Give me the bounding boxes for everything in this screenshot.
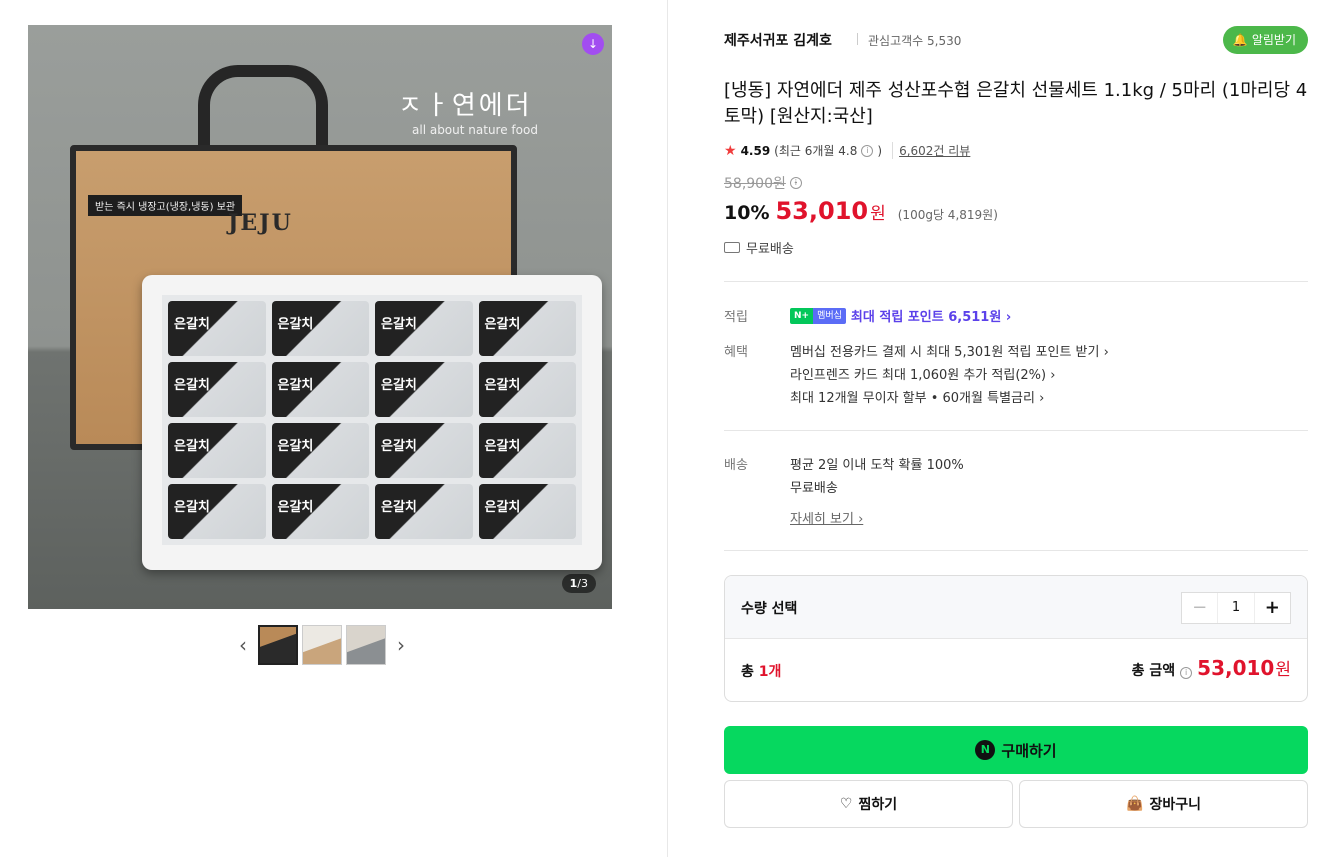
recent-rating: (최근 6개월 4.8 [774, 144, 858, 158]
star-icon: ★ [724, 142, 737, 159]
sale-price: 53,010 [775, 197, 869, 225]
original-price-row: 58,900원 i [724, 173, 802, 193]
npay-icon: N [975, 740, 996, 760]
download-icon[interactable]: ↓ [582, 33, 604, 55]
total-label: 총 금액 [1131, 663, 1176, 679]
fish-pack: 은갈치 [168, 301, 266, 356]
currency-unit: 원 [870, 204, 886, 224]
fish-pack: 은갈치 [478, 301, 576, 356]
quantity-box: 수량 선택 − 1 + 총 1개 총 금액 i 53,010 원 [724, 575, 1308, 702]
fish-pack: 은갈치 [168, 484, 266, 539]
truck-icon [724, 242, 740, 253]
discount-rate: 10% [724, 202, 770, 224]
fish-pack: 은갈치 [271, 484, 369, 539]
buy-button[interactable]: N 구매하기 [724, 726, 1308, 774]
quantity-header: 수량 선택 − 1 + [725, 576, 1307, 639]
brand-subtitle: all about nature food [412, 123, 538, 137]
divider [724, 430, 1308, 431]
points-label: 적립 [724, 310, 748, 325]
thumbnail-1[interactable] [258, 625, 298, 665]
cart-label: 장바구니 [1149, 797, 1201, 813]
total-count: 총 1개 [741, 664, 782, 680]
original-price: 58,900원 [724, 176, 786, 192]
benefits-list: 멤버십 전용카드 결제 시 최대 5,301원 적립 포인트 받기 › 라인프렌… [790, 341, 1109, 410]
info-icon[interactable]: i [1180, 667, 1193, 679]
fish-pack: 은갈치 [168, 423, 266, 478]
fish-pack: 은갈치 [478, 423, 576, 478]
fish-pack: 은갈치 [375, 362, 473, 417]
fish-pack: 은갈치 [271, 301, 369, 356]
product-title: [냉동] 자연에더 제주 성산포수협 은갈치 선물세트 1.1kg / 5마리 … [724, 80, 1308, 127]
delivery-label: 배송 [724, 458, 748, 473]
fish-pack: 은갈치 [478, 484, 576, 539]
quantity-title: 수량 선택 [741, 601, 798, 617]
benefit-item[interactable]: 라인프렌즈 카드 최대 1,060원 추가 적립(2%) › [790, 364, 1109, 387]
shipping-fee: 무료배송 [746, 242, 794, 257]
shipping-row: 무료배송 [724, 238, 794, 257]
recent-rating-close: ) [877, 143, 883, 158]
bell-icon: 🔔 [1232, 33, 1248, 47]
membership-badge: N+ 멤버십 [790, 307, 846, 324]
rating-row: ★ 4.59 (최근 6개월 4.8 i) 6,602건 리뷰 [724, 142, 970, 159]
shopping-bag-icon: 👜 [1126, 796, 1144, 812]
chevron-right-icon[interactable]: › [390, 625, 412, 665]
thumbnail-2[interactable] [302, 625, 342, 665]
wishlist-button[interactable]: ♡ 찜하기 [724, 780, 1013, 828]
rating-score: 4.59 [740, 143, 771, 158]
main-product-image[interactable]: 받는 즉시 냉장고(냉장,냉동) 보관 JEJU ㅈㅏ연에더 all about… [28, 25, 612, 609]
fish-pack: 은갈치 [478, 362, 576, 417]
fish-pack: 은갈치 [271, 423, 369, 478]
fish-pack: 은갈치 [375, 301, 473, 356]
delivery-detail-link[interactable]: 자세히 보기 › [790, 508, 863, 527]
fish-pack: 은갈치 [375, 423, 473, 478]
image-counter: 1/3 [561, 574, 596, 593]
bag-storage-label: 받는 즉시 냉장고(냉장,냉동) 보관 [88, 195, 243, 216]
total-row: 총 1개 총 금액 i 53,010 원 [725, 639, 1307, 701]
info-icon[interactable]: i [861, 144, 874, 157]
fish-pack: 은갈치 [271, 362, 369, 417]
heart-icon: ♡ [839, 796, 853, 812]
fish-packs: 은갈치 은갈치 은갈치 은갈치 은갈치 은갈치 은갈치 은갈치 은갈치 은갈치 … [162, 295, 582, 545]
buy-label: 구매하기 [1001, 741, 1057, 760]
cart-button[interactable]: 👜 장바구니 [1019, 780, 1308, 828]
thumbnail-strip: ‹ › [232, 625, 412, 665]
divider [724, 550, 1308, 551]
alarm-label: 알림받기 [1251, 33, 1296, 47]
delivery-fee: 무료배송 [790, 481, 838, 496]
delivery-info: 평균 2일 이내 도착 확률 100% 무료배송 [790, 454, 964, 500]
points-row[interactable]: N+ 멤버십 최대 적립 포인트 6,511원 › [790, 306, 1011, 325]
fish-pack: 은갈치 [375, 484, 473, 539]
benefits-label: 혜택 [724, 345, 748, 360]
max-points[interactable]: 최대 적립 포인트 6,511원 › [851, 306, 1011, 325]
fish-pack: 은갈치 [168, 362, 266, 417]
seller-fans: 관심고객수 5,530 [868, 34, 962, 48]
quantity-value[interactable]: 1 [1218, 593, 1253, 623]
minus-button[interactable]: − [1182, 593, 1219, 623]
chevron-left-icon[interactable]: ‹ [232, 625, 254, 665]
delivery-eta: 평균 2일 이내 도착 확률 100% [790, 458, 964, 473]
styrofoam-box: 은갈치 은갈치 은갈치 은갈치 은갈치 은갈치 은갈치 은갈치 은갈치 은갈치 … [142, 275, 602, 570]
benefit-item[interactable]: 최대 12개월 무이자 할부 • 60개월 특별금리 › [790, 387, 1109, 410]
brand-logo: ㅈㅏ연에더 [398, 91, 533, 121]
quantity-stepper[interactable]: − 1 + [1181, 592, 1291, 624]
bag-brand-text: JEJU [228, 210, 293, 236]
thumbnail-3[interactable] [346, 625, 386, 665]
divider [857, 33, 858, 45]
total-price: 53,010 [1197, 656, 1275, 680]
unit-price: (100g당 4,819원) [897, 208, 998, 222]
review-count-link[interactable]: 6,602건 리뷰 [892, 142, 970, 159]
wishlist-label: 찜하기 [858, 797, 898, 813]
alarm-button[interactable]: 🔔 알림받기 [1222, 26, 1308, 54]
info-icon[interactable]: i [789, 177, 802, 189]
benefit-item[interactable]: 멤버십 전용카드 결제 시 최대 5,301원 적립 포인트 받기 › [790, 341, 1109, 364]
currency-unit: 원 [1275, 660, 1291, 680]
total-amount: 총 금액 i 53,010 원 [1132, 655, 1291, 680]
price-row: 10% 53,010 원 (100g당 4,819원) [724, 197, 998, 225]
divider [724, 281, 1308, 282]
seller-name[interactable]: 제주서귀포 김계호 [724, 30, 832, 50]
seller-row: 제주서귀포 김계호 관심고객수 5,530 🔔 알림받기 [724, 26, 1308, 54]
product-gallery: 받는 즉시 냉장고(냉장,냉동) 보관 JEJU ㅈㅏ연에더 all about… [0, 0, 668, 857]
plus-button[interactable]: + [1253, 593, 1290, 623]
